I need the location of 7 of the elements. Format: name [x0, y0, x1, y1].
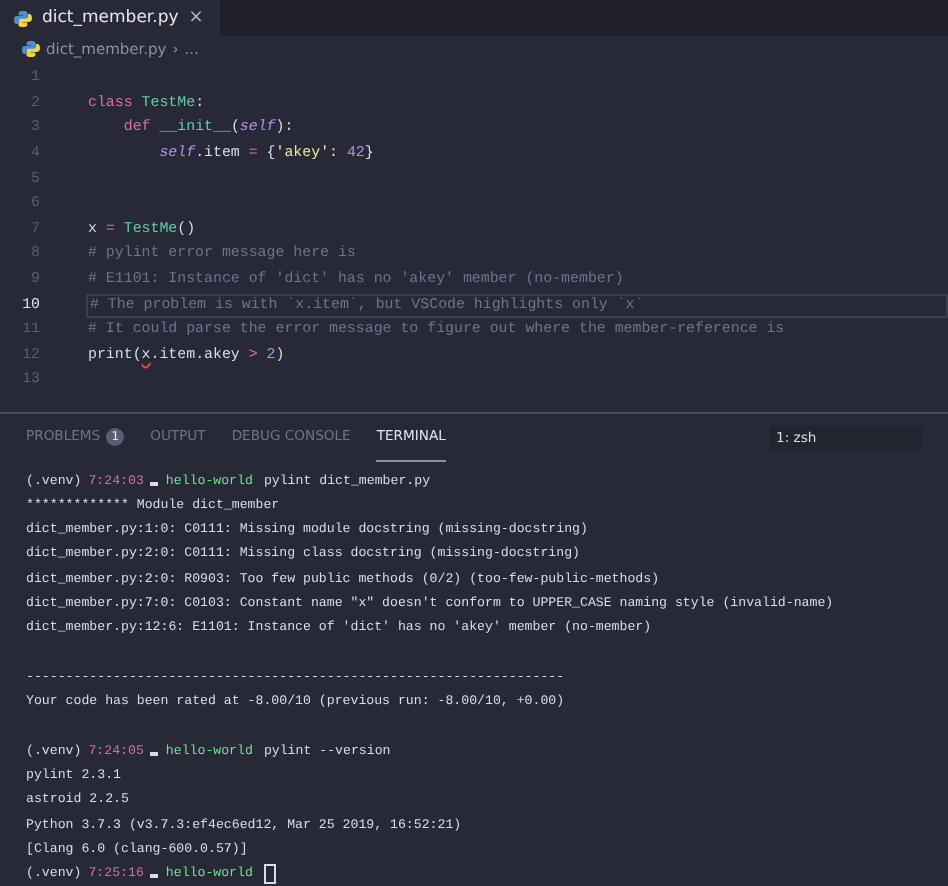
python-icon	[22, 39, 40, 58]
prompt-icon	[150, 751, 159, 756]
close-icon[interactable]: ×	[188, 8, 204, 29]
python-icon	[14, 9, 32, 28]
file-tab[interactable]: dict_member.py ×	[0, 0, 220, 37]
prompt-icon	[150, 874, 159, 879]
prompt-icon	[150, 481, 159, 486]
